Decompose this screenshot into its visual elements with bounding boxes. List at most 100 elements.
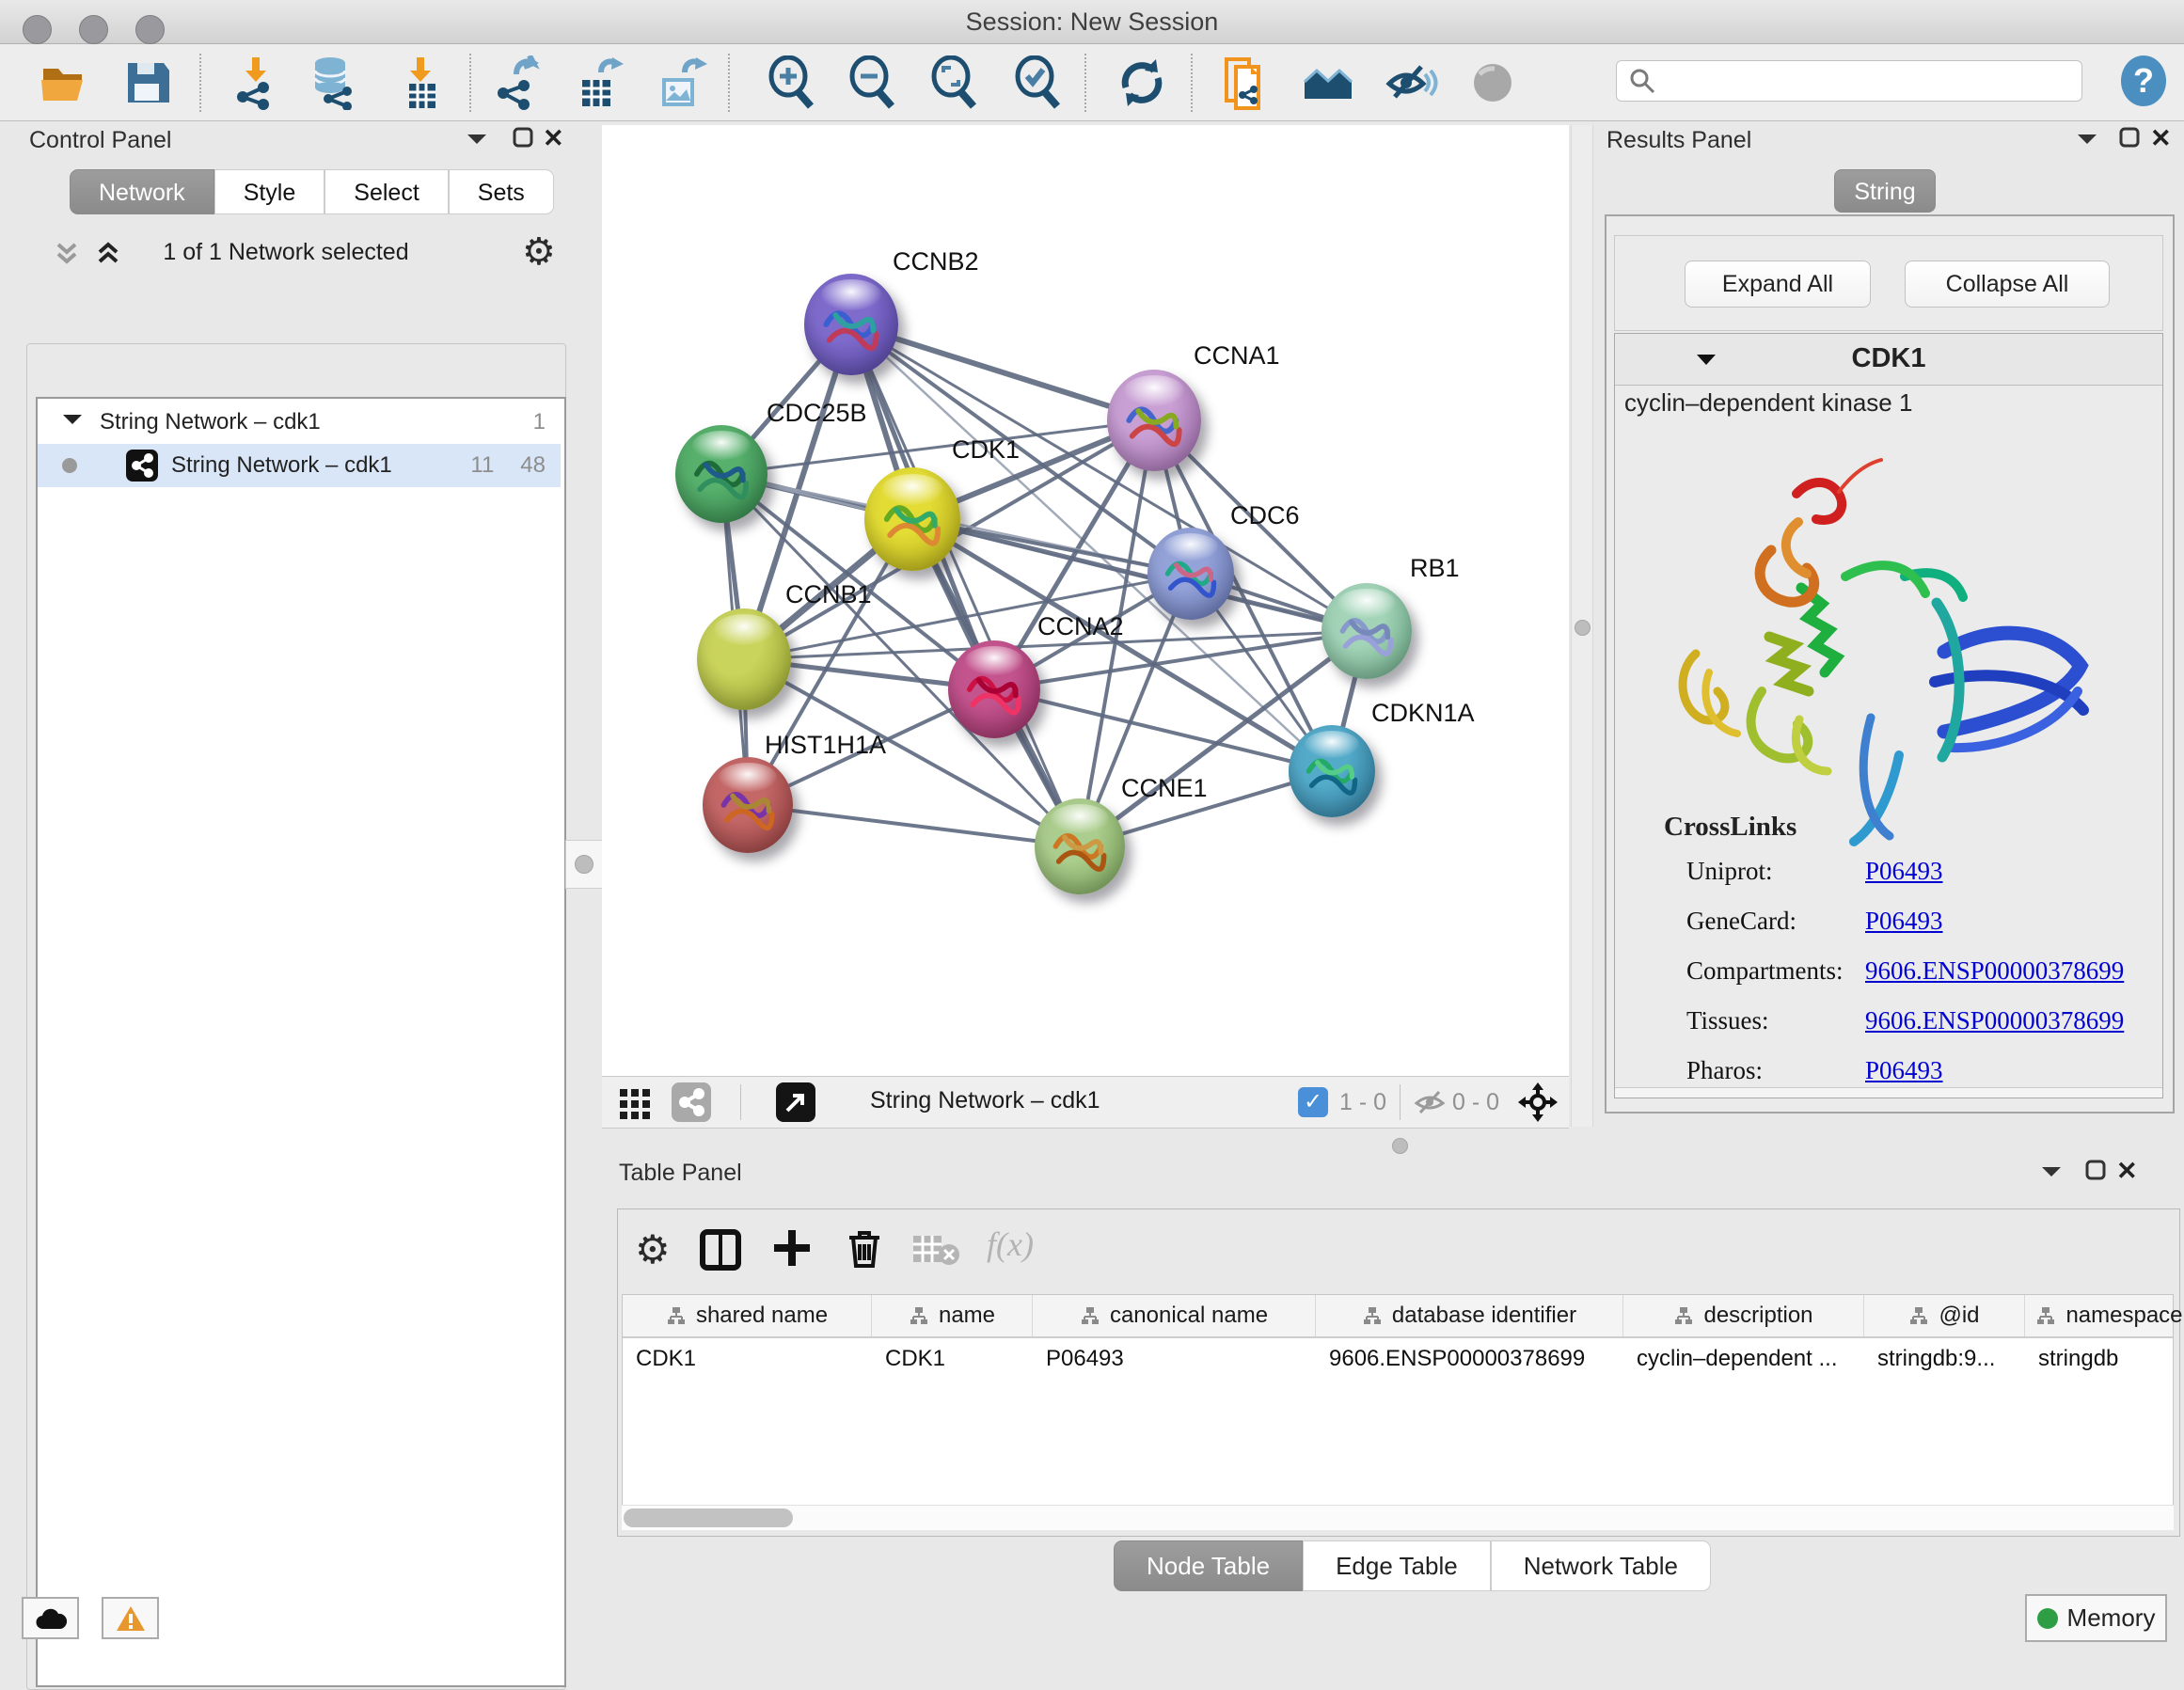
- undock-panel-icon[interactable]: [2118, 126, 2141, 153]
- crosslink-label: Tissues:: [1686, 1006, 1865, 1035]
- crosslink-value-link[interactable]: P06493: [1865, 907, 1943, 936]
- float-panel-icon[interactable]: [2039, 1162, 2064, 1186]
- right-splitter[interactable]: [1571, 125, 1593, 1127]
- node-CCNE1[interactable]: [1035, 798, 1125, 894]
- import-table-icon[interactable]: [394, 55, 449, 110]
- add-column-icon[interactable]: [770, 1226, 814, 1274]
- node-CDC25B[interactable]: [675, 425, 768, 523]
- node-table[interactable]: shared namenamecanonical namedatabase id…: [622, 1294, 2174, 1506]
- node-label-CDKN1A: CDKN1A: [1371, 699, 1475, 728]
- pan-crosshair-icon[interactable]: [1516, 1081, 1559, 1129]
- refresh-icon[interactable]: [1115, 55, 1169, 110]
- crosslink-value-link[interactable]: 9606.ENSP00000378699: [1865, 1006, 2124, 1035]
- protein-header[interactable]: CDK1: [1615, 334, 2162, 386]
- crosslink-value-link[interactable]: P06493: [1865, 1056, 1943, 1085]
- table-options-gear-icon[interactable]: ⚙: [635, 1230, 671, 1270]
- table-cell[interactable]: stringdb: [2025, 1338, 2184, 1380]
- column-header-database-identifier[interactable]: database identifier: [1316, 1295, 1623, 1336]
- open-session-icon[interactable]: [38, 55, 92, 110]
- help-icon[interactable]: ?: [2114, 52, 2169, 106]
- left-splitter-handle[interactable]: [565, 840, 603, 889]
- results-scroll-strip[interactable]: [1615, 1087, 2162, 1098]
- delete-column-icon[interactable]: [844, 1226, 885, 1274]
- table-cell[interactable]: cyclin–dependent ...: [1623, 1338, 1864, 1380]
- tab-string[interactable]: String: [1834, 169, 1936, 213]
- collection-expander-icon[interactable]: [60, 409, 85, 435]
- table-cell[interactable]: P06493: [1033, 1338, 1316, 1380]
- memory-button[interactable]: Memory: [2025, 1594, 2167, 1642]
- window-title: Session: New Session: [0, 8, 2184, 37]
- network-collection-row[interactable]: String Network – cdk1 1: [38, 401, 561, 444]
- table-cell[interactable]: CDK1: [872, 1338, 1033, 1380]
- first-neighbors-icon[interactable]: [1301, 55, 1355, 110]
- column-header-name[interactable]: name: [872, 1295, 1033, 1336]
- float-panel-icon[interactable]: [465, 130, 489, 153]
- crosslink-value-link[interactable]: 9606.ENSP00000378699: [1865, 956, 2124, 986]
- network-canvas[interactable]: CCNB2CCNA1CDC25BCDK1CDC6RB1CCNB1CCNA2CDK…: [602, 125, 1569, 1076]
- column-header-description[interactable]: description: [1623, 1295, 1864, 1336]
- expand-all-button[interactable]: Expand All: [1685, 261, 1871, 308]
- table-cell[interactable]: CDK1: [623, 1338, 872, 1380]
- hscrollbar-thumb[interactable]: [624, 1508, 793, 1527]
- network-badge-icon[interactable]: [672, 1082, 711, 1122]
- selected-checkbox-icon[interactable]: ✓: [1298, 1087, 1328, 1117]
- zoom-out-icon[interactable]: [845, 55, 899, 110]
- network-options-gear-icon[interactable]: ⚙: [522, 233, 556, 271]
- duplicate-network-icon[interactable]: [1217, 55, 1272, 110]
- export-table-icon[interactable]: [573, 55, 627, 110]
- tab-select[interactable]: Select: [324, 169, 448, 214]
- search-input[interactable]: [1616, 60, 2082, 102]
- tab-edge-table[interactable]: Edge Table: [1303, 1540, 1491, 1591]
- horizontal-splitter-dot[interactable]: [1392, 1138, 1408, 1154]
- table-row[interactable]: CDK1CDK1P064939606.ENSP00000378699cyclin…: [623, 1338, 2173, 1380]
- save-session-icon[interactable]: [120, 55, 175, 110]
- column-header--id[interactable]: @id: [1864, 1295, 2025, 1336]
- table-cell[interactable]: stringdb:9...: [1864, 1338, 2025, 1380]
- column-header-shared-name[interactable]: shared name: [623, 1295, 872, 1336]
- node-HIST1H1A[interactable]: [703, 757, 793, 853]
- close-panel-icon[interactable]: ✕: [2116, 1157, 2138, 1186]
- tab-node-table[interactable]: Node Table: [1114, 1540, 1303, 1591]
- column-header-namespace[interactable]: namespace: [2025, 1295, 2184, 1336]
- network-row-selected[interactable]: String Network – cdk1 11 48: [38, 444, 561, 487]
- birds-eye-view-icon[interactable]: [617, 1084, 655, 1127]
- zoom-selected-icon[interactable]: [1010, 55, 1065, 110]
- zoom-in-icon[interactable]: [764, 55, 818, 110]
- hidden-eye-icon: [1413, 1086, 1447, 1125]
- undock-panel-icon[interactable]: [2084, 1159, 2107, 1186]
- close-panel-icon[interactable]: ✕: [2150, 124, 2172, 153]
- import-network-icon[interactable]: [229, 55, 284, 110]
- node-CCNB2[interactable]: [804, 274, 898, 375]
- export-network-icon[interactable]: [492, 55, 546, 110]
- hide-selected-icon[interactable]: [1384, 55, 1438, 110]
- node-gloss: [714, 614, 774, 644]
- crosslink-value-link[interactable]: P06493: [1865, 857, 1943, 886]
- node-CCNA2[interactable]: [948, 640, 1040, 738]
- node-RB1[interactable]: [1321, 583, 1412, 679]
- export-image-icon[interactable]: [655, 55, 709, 110]
- import-network-from-database-icon[interactable]: [308, 55, 362, 110]
- node-CDK1[interactable]: [864, 467, 960, 571]
- float-panel-icon[interactable]: [2075, 130, 2099, 153]
- node-CDKN1A[interactable]: [1289, 725, 1375, 817]
- node-CCNB1[interactable]: [697, 608, 791, 710]
- show-columns-icon[interactable]: [699, 1228, 742, 1276]
- column-header-canonical-name[interactable]: canonical name: [1033, 1295, 1316, 1336]
- node-CDC6[interactable]: [1147, 528, 1234, 620]
- close-panel-icon[interactable]: ✕: [543, 124, 564, 153]
- cloud-status-button[interactable]: [22, 1597, 79, 1639]
- node-CCNA1[interactable]: [1107, 370, 1201, 471]
- tab-sets[interactable]: Sets: [449, 169, 554, 214]
- warnings-button[interactable]: [102, 1597, 159, 1639]
- open-in-window-icon[interactable]: [776, 1082, 815, 1122]
- tab-network[interactable]: Network: [70, 169, 214, 214]
- table-cell[interactable]: 9606.ENSP00000378699: [1316, 1338, 1623, 1380]
- tab-style[interactable]: Style: [214, 169, 325, 214]
- undock-panel-icon[interactable]: [512, 126, 534, 153]
- zoom-fit-icon[interactable]: [926, 55, 981, 110]
- table-hscrollbar[interactable]: [622, 1505, 2174, 1530]
- show-all-icon[interactable]: [1465, 55, 1520, 110]
- results-buttons-row: Expand All Collapse All: [1614, 235, 2163, 331]
- tab-network-table[interactable]: Network Table: [1491, 1540, 1711, 1591]
- collapse-all-button[interactable]: Collapse All: [1905, 261, 2110, 308]
